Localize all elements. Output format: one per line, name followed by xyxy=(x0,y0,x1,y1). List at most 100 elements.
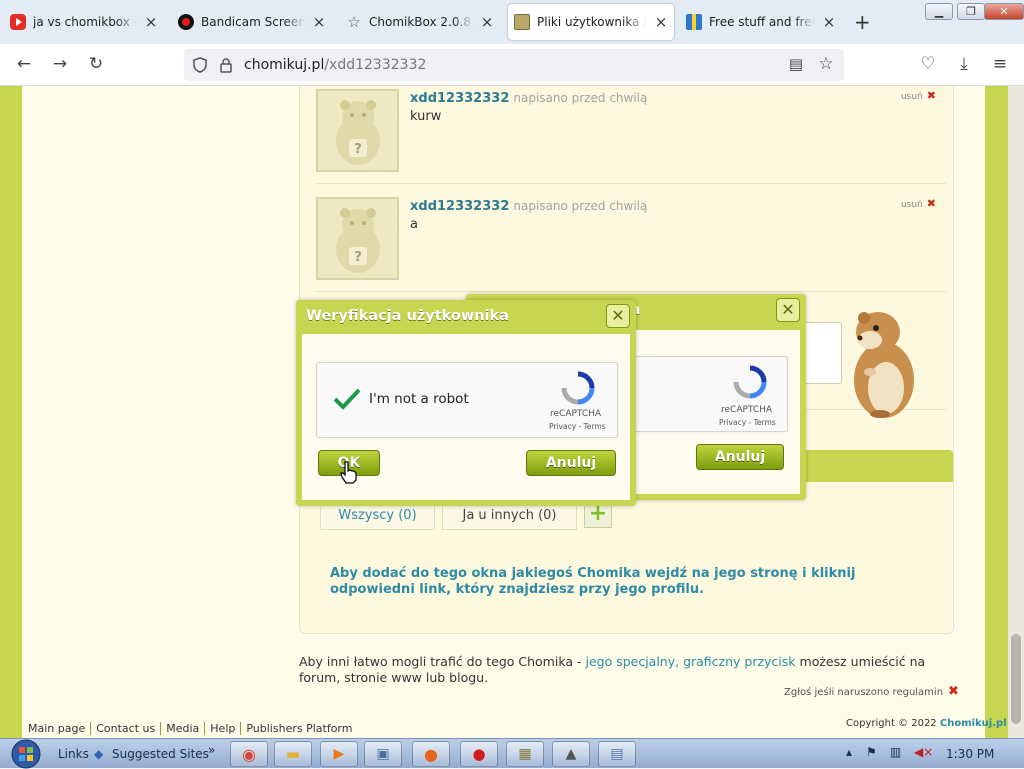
tab-title: ja vs chomikbox - YouTube xyxy=(33,15,137,29)
delete-comment-link[interactable]: usuń ✖ xyxy=(901,197,936,210)
footer-link-contact[interactable]: Contact us xyxy=(91,722,162,735)
show-hidden-icons[interactable]: ▴ xyxy=(846,745,852,759)
tab-title: ChomikBox 2.0.8.2 - Download xyxy=(369,15,473,29)
minimize-button[interactable]: ▁ xyxy=(925,3,953,20)
tab-close-icon[interactable]: × xyxy=(144,13,158,31)
taskbar-explorer[interactable]: ▬ xyxy=(274,741,312,767)
taskbar-calculator[interactable]: ▤ xyxy=(598,741,636,767)
chevron-right-icon[interactable]: » xyxy=(208,743,215,757)
tab-close-icon[interactable]: × xyxy=(312,13,326,31)
divider xyxy=(316,291,946,292)
comment-text: kurw xyxy=(410,109,442,124)
tab-close-icon[interactable]: × xyxy=(822,13,836,31)
cancel-button[interactable]: Anuluj xyxy=(696,444,784,470)
report-abuse-link[interactable]: Zgłoś jeśli naruszono regulamin ✖ xyxy=(784,684,959,699)
comment-time: napisano przed chwilą xyxy=(513,199,648,213)
delete-comment-link[interactable]: usuń ✖ xyxy=(901,89,936,102)
footer-link-publishers[interactable]: Publishers Platform xyxy=(241,722,357,735)
menu-icon[interactable]: ≡ xyxy=(988,54,1012,74)
taskbar-chomikbox[interactable]: ▦ xyxy=(506,741,544,767)
copyright-text: Copyright © 2022 xyxy=(846,718,937,729)
taskbar-bandicam[interactable]: ● xyxy=(460,741,498,767)
reload-icon[interactable]: ↻ xyxy=(84,54,108,74)
taskbar-suggested-sites[interactable]: Suggested Sites xyxy=(112,747,209,761)
pocket-icon[interactable]: ♡ xyxy=(916,54,940,74)
graphic-button-link[interactable]: jego specjalny, graficzny przycisk xyxy=(585,654,795,669)
close-window-button[interactable]: ✕ xyxy=(984,3,1024,20)
tab-free-stuff[interactable]: Free stuff and free shopping × xyxy=(680,4,842,40)
brand-link[interactable]: Chomikuj.pl xyxy=(940,718,1007,729)
taskbar-firefox[interactable]: ● xyxy=(412,741,450,767)
delete-label[interactable]: usuń xyxy=(901,92,923,102)
recaptcha-widget[interactable]: I'm not a robot reCAPTCHA Privacy - Term… xyxy=(316,362,618,438)
footer-link-help[interactable]: Help xyxy=(205,722,242,735)
new-tab-plus-icon[interactable]: + xyxy=(854,10,871,34)
shopping-bag-icon xyxy=(686,14,702,30)
start-orb-icon[interactable] xyxy=(8,739,44,769)
reader-view-icon[interactable]: ▤ xyxy=(784,55,808,73)
comment-item: ? xdd12332332 napisano przed chwilą a usu… xyxy=(316,197,936,297)
footer-link-media[interactable]: Media xyxy=(161,722,206,735)
forward-arrow-icon[interactable]: → xyxy=(48,54,72,74)
taskbar-media-player[interactable]: ▶ xyxy=(320,741,358,767)
maximize-button[interactable]: ❐ xyxy=(957,3,985,20)
author-link[interactable]: xdd12332332 xyxy=(410,199,509,214)
delete-label[interactable]: usuń xyxy=(901,200,923,210)
tab-label: Wszyscy (0) xyxy=(338,507,417,523)
flag-icon[interactable]: ⚑ xyxy=(866,745,877,759)
recaptcha-privacy-terms[interactable]: Privacy - Terms xyxy=(549,422,606,431)
cancel-button[interactable]: Anuluj xyxy=(526,450,616,476)
taskbar-links[interactable]: Links xyxy=(58,747,89,761)
chrome-icon: ◉ xyxy=(242,744,256,764)
tab-close-icon[interactable]: × xyxy=(654,13,668,31)
record-icon: ● xyxy=(472,745,486,763)
delete-x-icon[interactable]: ✖ xyxy=(927,197,936,210)
network-icon[interactable]: ▥ xyxy=(890,745,901,759)
recaptcha-widget[interactable]: reCAPTCHA Privacy - Terms xyxy=(626,356,788,432)
dialog-close-icon[interactable]: ✕ xyxy=(606,304,630,328)
back-arrow-icon[interactable]: ← xyxy=(12,54,36,74)
navigation-bar: ← → ↻ chomikuj.pl/xdd12332332 ▤ ☆ ♡ ⤓ ≡ xyxy=(0,44,1024,86)
author-link[interactable]: xdd12332332 xyxy=(410,91,509,106)
tab-title: Free stuff and free shopping xyxy=(709,15,815,29)
recaptcha-privacy-terms[interactable]: Privacy - Terms xyxy=(719,418,776,427)
tab-title: Pliki użytkownika xdd12332332 xyxy=(537,15,647,29)
folder-icon: ▬ xyxy=(285,745,301,763)
address-bar[interactable]: chomikuj.pl/xdd12332332 ▤ ☆ xyxy=(184,49,844,81)
taskbar-network-app[interactable]: ▣ xyxy=(364,741,402,767)
footer-link-main-page[interactable]: Main page xyxy=(28,722,92,735)
tab-chomikbox[interactable]: ☆ ChomikBox 2.0.8.2 - Download × xyxy=(340,4,500,40)
dialog-close-icon[interactable]: ✕ xyxy=(776,298,800,322)
lock-icon[interactable] xyxy=(218,57,234,73)
divider xyxy=(316,183,946,184)
recaptcha-logo-icon xyxy=(733,365,767,399)
report-x-icon[interactable]: ✖ xyxy=(948,684,959,699)
friends-info-text: Aby dodać do tego okna jakiegoś Chomika … xyxy=(330,566,856,597)
tab-title: Bandicam Screen Recorder xyxy=(201,15,305,29)
media-player-icon: ▶ xyxy=(333,746,345,762)
shield-icon[interactable] xyxy=(192,57,208,73)
volume-muted-icon[interactable]: ◀× xyxy=(914,745,933,759)
footer-links: Main page Contact us Media Help Publishe… xyxy=(28,722,357,735)
page-scrollbar[interactable] xyxy=(1008,86,1024,738)
avatar[interactable]: ? xyxy=(316,89,399,172)
chomikuj-icon xyxy=(514,14,530,30)
tab-youtube[interactable]: ja vs chomikbox - YouTube × xyxy=(4,4,164,40)
calculator-icon: ▤ xyxy=(610,746,624,762)
scrollbar-thumb[interactable] xyxy=(1011,634,1021,724)
tab-label: Ja u innych (0) xyxy=(462,507,557,523)
taskbar-chrome[interactable]: ◉ xyxy=(230,741,268,767)
hamster-placeholder-icon: ? xyxy=(335,207,380,273)
report-label[interactable]: Zgłoś jeśli naruszono regulamin xyxy=(784,687,943,698)
avatar[interactable]: ? xyxy=(316,197,399,280)
taskbar-app-wolf[interactable]: ▲ xyxy=(552,741,590,767)
download-icon[interactable]: ⤓ xyxy=(952,54,976,74)
svg-text:?: ? xyxy=(354,250,362,265)
delete-x-icon[interactable]: ✖ xyxy=(927,89,936,102)
taskbar-clock[interactable]: 1:30 PM xyxy=(946,747,994,761)
tab-close-icon[interactable]: × xyxy=(480,13,494,31)
tab-bandicam[interactable]: Bandicam Screen Recorder × xyxy=(172,4,332,40)
checkmark-icon[interactable] xyxy=(333,387,361,411)
tab-chomikuj-active[interactable]: Pliki użytkownika xdd12332332 × xyxy=(508,4,674,40)
bookmark-star-icon[interactable]: ☆ xyxy=(814,54,838,74)
